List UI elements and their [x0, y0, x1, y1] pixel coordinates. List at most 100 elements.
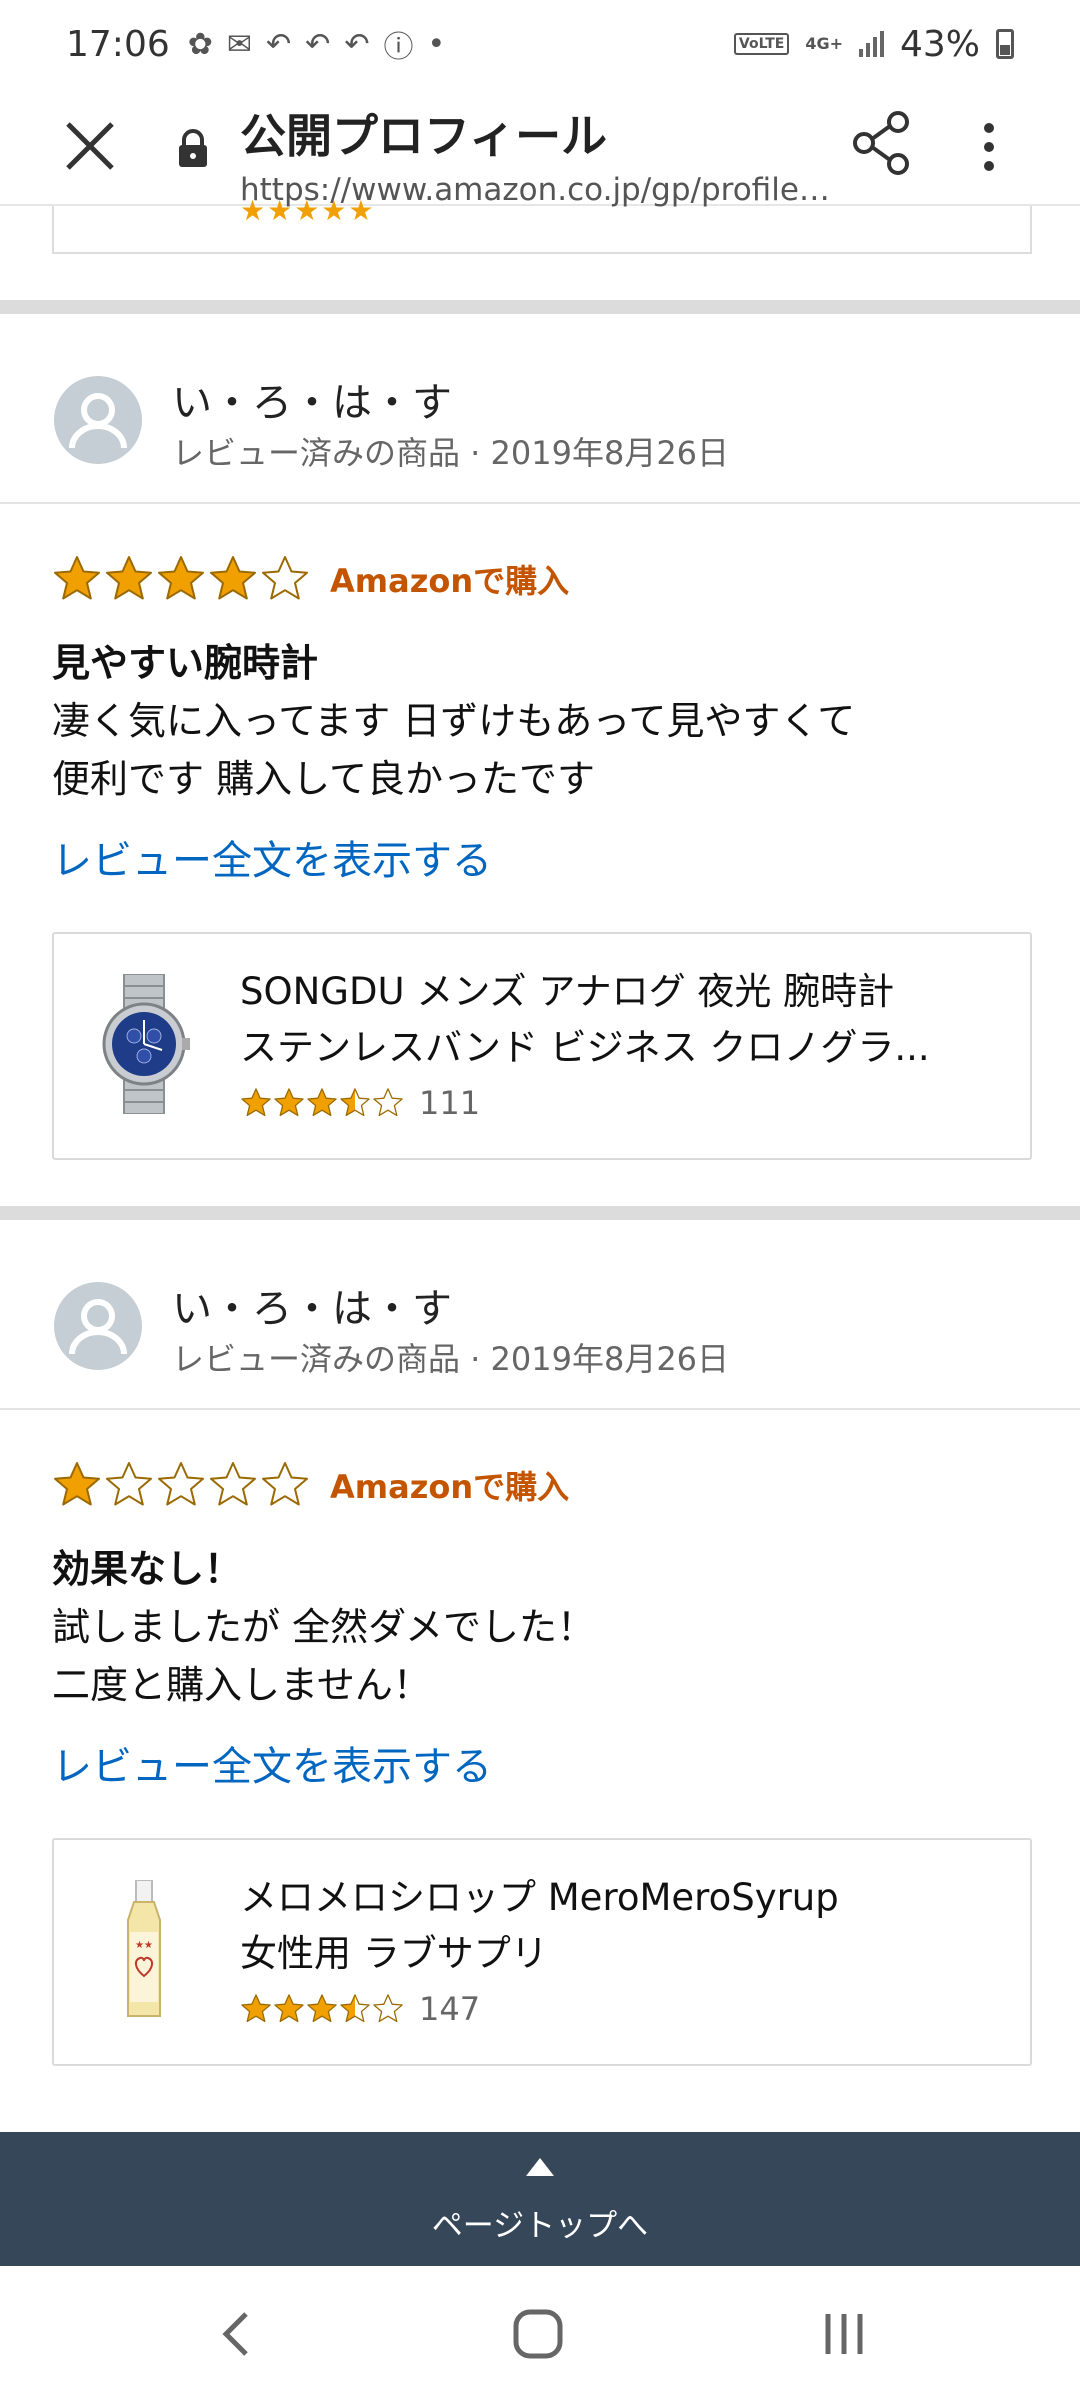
notification-app-icon: ✿ [187, 26, 213, 62]
star-full-icon [240, 1993, 272, 2025]
share-icon [853, 111, 909, 175]
back-to-top-button[interactable]: ページトップへ [0, 2132, 1080, 2266]
star-full-icon [273, 1087, 305, 1119]
star-full-icon [208, 554, 258, 604]
mail-icon: ✉ [226, 26, 253, 62]
product-card-partial[interactable]: ★★★★★ [52, 194, 1032, 254]
star-empty-icon [156, 1460, 206, 1510]
star-empty-icon [208, 1460, 258, 1510]
status-time: 17:06 [66, 23, 170, 65]
nav-recents-button[interactable] [816, 2306, 872, 2362]
svg-text:★★: ★★ [135, 1940, 153, 1951]
rating-stars [52, 1460, 312, 1510]
section-divider [0, 1206, 1080, 1220]
battery-percent: 43% [899, 23, 980, 65]
author-name: い・ろ・は・す [172, 1286, 452, 1332]
nav-back-button[interactable] [212, 2306, 262, 2362]
rating-count: 111 [419, 1084, 481, 1122]
product-rating: 111 [240, 1084, 480, 1122]
star-half-icon [339, 1087, 371, 1119]
network-type: 4G+ [805, 34, 843, 53]
product-name-line: SONGDU メンズ アナログ 夜光 腕時計 [240, 970, 895, 1013]
star-full-icon [306, 1087, 338, 1119]
close-tab-button[interactable] [60, 116, 120, 176]
star-empty-icon [260, 554, 310, 604]
rating-stars-partial: ★★★★★ [240, 194, 376, 227]
info-icon: ⓘ [383, 30, 414, 65]
product-card[interactable]: SONGDU メンズ アナログ 夜光 腕時計 ステンレスバンド ビジネス クロノ… [52, 932, 1032, 1160]
star-empty-icon [372, 1993, 404, 2025]
read-full-review-link[interactable]: レビュー全文を表示する [52, 1734, 492, 1792]
star-full-icon [240, 1087, 272, 1119]
review-text: 試しましたが 全然ダメでした！ 二度と購入しません！ [52, 1605, 595, 1707]
syrup-bottle-image: ★★ [94, 1879, 194, 2020]
verified-purchase-badge: Amazonで購入 [330, 1468, 570, 1506]
battery-icon [996, 29, 1014, 59]
product-name-line: 女性用 ラブサプリ [240, 1932, 548, 1975]
product-name-line: ステンレスバンド ビジネス クロノグラ... [240, 1026, 930, 1069]
arrow-up-icon [526, 2158, 554, 2176]
nav-home-button[interactable] [510, 2306, 566, 2362]
star-empty-icon [260, 1460, 310, 1510]
review-item: い・ろ・は・す レビュー済みの商品 · 2019年8月26日 Amazonで購入… [0, 314, 1080, 1160]
close-icon [66, 122, 114, 170]
review-meta: レビュー済みの商品 · 2019年8月26日 [172, 1340, 730, 1378]
more-vert-icon [984, 123, 994, 171]
dot-icon: • [427, 26, 446, 62]
browser-toolbar: 公開プロフィール https://www.amazon.co.jp/gp/pro… [0, 88, 1080, 208]
avatar [54, 376, 142, 464]
section-divider [0, 300, 1080, 314]
share-button[interactable] [852, 110, 912, 176]
reply-icon: ↶ [344, 26, 370, 62]
review-text: 凄く気に入ってます 日ずけもあって見やすくて 便利です 購入して良かったです [52, 699, 856, 801]
product-card[interactable]: ★★ メロメロシロップ MeroMeroSyrup 女性用 ラブサプリ 147 [52, 1838, 1032, 2066]
volte-icon: VoLTE [733, 33, 790, 55]
verified-purchase-badge: Amazonで購入 [330, 562, 570, 600]
notification-icons: ✿ ✉ ↶ ↶ ↶ ⓘ • [188, 22, 445, 66]
more-options-button[interactable] [974, 114, 1004, 180]
product-name: メロメロシロップ MeroMeroSyrup 女性用 ラブサプリ [240, 1870, 1000, 1982]
star-empty-icon [372, 1087, 404, 1119]
star-full-icon [52, 1460, 102, 1510]
star-full-icon [273, 1993, 305, 2025]
system-navigation-bar [0, 2266, 1080, 2400]
status-bar: 17:06 ✿ ✉ ↶ ↶ ↶ ⓘ • VoLTE 4G+ 43% [0, 0, 1080, 88]
star-full-icon [52, 554, 102, 604]
star-full-icon [104, 554, 154, 604]
product-rating-stars [240, 1993, 405, 2025]
product-name: SONGDU メンズ アナログ 夜光 腕時計 ステンレスバンド ビジネス クロノ… [240, 964, 1000, 1076]
read-full-review-link[interactable]: レビュー全文を表示する [52, 828, 492, 886]
star-half-icon [339, 1993, 371, 2025]
signal-icon [858, 31, 884, 57]
user-icon [69, 393, 127, 449]
star-empty-icon [104, 1460, 154, 1510]
wristwatch-image [94, 973, 194, 1115]
review-header[interactable]: い・ろ・は・す レビュー済みの商品 · 2019年8月26日 [0, 314, 1080, 504]
review-rating: Amazonで購入 [52, 554, 569, 604]
home-icon [513, 2309, 563, 2359]
product-name-line: メロメロシロップ MeroMeroSyrup [240, 1876, 839, 1919]
address-bar[interactable]: 公開プロフィール https://www.amazon.co.jp/gp/pro… [240, 88, 840, 208]
product-rating: 147 [240, 1990, 480, 2028]
reply-icon: ↶ [266, 26, 292, 62]
rating-count: 147 [419, 1990, 481, 2028]
chevron-left-icon [222, 2312, 248, 2356]
rating-stars [52, 554, 312, 604]
back-to-top-label: ページトップへ [431, 2208, 649, 2244]
review-meta: レビュー済みの商品 · 2019年8月26日 [172, 434, 730, 472]
page-title: 公開プロフィール [240, 109, 608, 163]
review-header[interactable]: い・ろ・は・す レビュー済みの商品 · 2019年8月26日 [0, 1220, 1080, 1410]
star-full-icon [156, 554, 206, 604]
user-icon [69, 1299, 127, 1355]
avatar [54, 1282, 142, 1370]
reply-icon: ↶ [305, 26, 331, 62]
star-full-icon [306, 1993, 338, 2025]
review-rating: Amazonで購入 [52, 1460, 569, 1510]
product-rating-stars [240, 1087, 405, 1119]
recents-icon [825, 2314, 863, 2354]
lock-icon[interactable] [176, 128, 210, 168]
author-name: い・ろ・は・す [172, 380, 452, 426]
review-title: 見やすい腕時計 [52, 641, 319, 685]
review-item: い・ろ・は・す レビュー済みの商品 · 2019年8月26日 Amazonで購入… [0, 1220, 1080, 2066]
review-title: 効果なし！ [52, 1547, 243, 1591]
